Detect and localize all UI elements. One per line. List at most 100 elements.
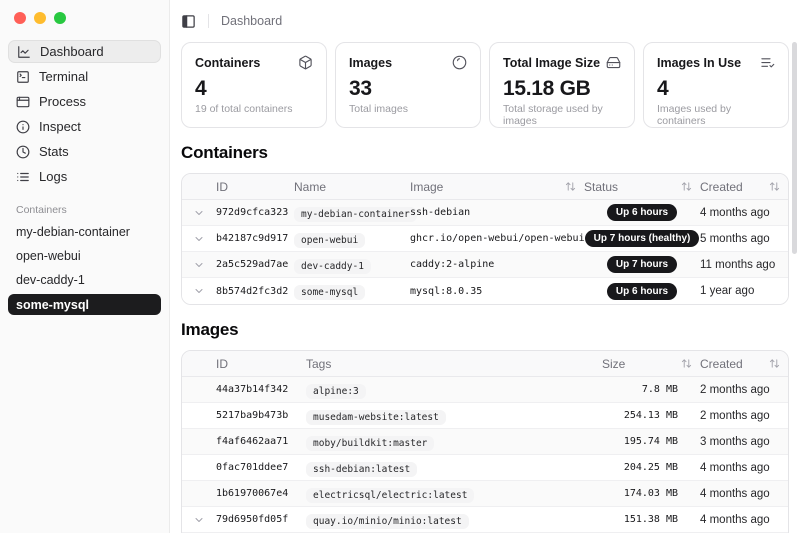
info-icon xyxy=(16,120,30,134)
table-row[interactable]: 8b574d2fc3d2 some-mysql mysql:8.0.35 Up … xyxy=(182,278,788,304)
table-row[interactable]: 972d9cfca323 my-debian-container ssh-deb… xyxy=(182,200,788,226)
stat-cards: Containers 4 19 of total containers Imag… xyxy=(181,42,789,128)
image-created: 4 months ago xyxy=(700,462,788,474)
arrow-up-down-icon[interactable] xyxy=(769,181,780,192)
sidebar-container-some-mysql[interactable]: some-mysql xyxy=(8,294,161,315)
package-icon xyxy=(298,55,313,70)
image-created: 3 months ago xyxy=(700,436,788,448)
hard-drive-icon xyxy=(606,55,621,70)
breadcrumb: Dashboard xyxy=(221,14,282,28)
card-images: Images 33 Total images xyxy=(335,42,481,128)
card-value: 15.18 GB xyxy=(503,77,621,101)
image-created: 2 months ago xyxy=(700,410,788,422)
minimize-button[interactable] xyxy=(34,12,46,24)
arrow-up-down-icon[interactable] xyxy=(769,358,780,369)
chevron-down-icon[interactable] xyxy=(182,207,216,219)
sidebar-container-dev-caddy-1[interactable]: dev-caddy-1 xyxy=(8,270,161,290)
breadcrumb-divider xyxy=(208,14,209,28)
table-row[interactable]: 1b61970067e4 electricsql/electric:latest… xyxy=(182,481,788,507)
column-header-size[interactable]: Size xyxy=(602,357,700,371)
column-header-tags[interactable]: Tags xyxy=(306,357,602,371)
table-row[interactable]: 79d6950fd05f quay.io/minio/minio:latest … xyxy=(182,507,788,533)
table-row[interactable]: 0fac701ddee7 ssh-debian:latest 204.25 MB… xyxy=(182,455,788,481)
column-header-name[interactable]: Name xyxy=(294,180,410,194)
sidebar-item-label: Dashboard xyxy=(40,44,104,59)
container-name-badge: some-mysql xyxy=(294,285,365,300)
column-header-id[interactable]: ID xyxy=(216,180,294,194)
card-images-in-use: Images In Use 4 Images used by container… xyxy=(643,42,789,128)
container-name: dev-caddy-1 xyxy=(16,273,85,287)
image-size: 204.25 MB xyxy=(602,462,700,473)
table-row[interactable]: 5217ba9b473b musedam-website:latest 254.… xyxy=(182,403,788,429)
column-header-id[interactable]: ID xyxy=(216,357,306,371)
chevron-down-icon[interactable] xyxy=(182,285,216,297)
arrow-up-down-icon[interactable] xyxy=(565,181,576,192)
sidebar-toggle-button[interactable] xyxy=(181,14,196,29)
sidebar-item-dashboard[interactable]: Dashboard xyxy=(8,40,161,63)
container-image: caddy:2-alpine xyxy=(410,259,584,270)
close-button[interactable] xyxy=(14,12,26,24)
table-row[interactable]: 2a5c529ad7ae dev-caddy-1 caddy:2-alpine … xyxy=(182,252,788,278)
image-size: 174.03 MB xyxy=(602,488,700,499)
container-id: 972d9cfca323 xyxy=(216,207,294,218)
sidebar-item-stats[interactable]: Stats xyxy=(8,140,161,163)
status-badge: Up 6 hours xyxy=(607,283,677,300)
zoom-button[interactable] xyxy=(54,12,66,24)
clock-icon xyxy=(16,145,30,159)
image-tag-badge: musedam-website:latest xyxy=(306,410,446,425)
main-content: Dashboard Containers 4 19 of total conta… xyxy=(170,0,800,533)
line-chart-icon xyxy=(17,45,31,59)
list-check-icon xyxy=(760,55,775,70)
sidebar-item-label: Terminal xyxy=(39,69,88,84)
containers-table-header: ID Name Image Status Created xyxy=(182,174,788,200)
table-row[interactable]: f4af6462aa71 moby/buildkit:master 195.74… xyxy=(182,429,788,455)
images-table-header: ID Tags Size Created xyxy=(182,351,788,377)
column-header-created[interactable]: Created xyxy=(700,357,788,371)
column-header-status[interactable]: Status xyxy=(584,180,700,194)
scrollbar-thumb[interactable] xyxy=(792,42,797,254)
card-subtitle: Total images xyxy=(349,103,467,115)
sidebar-item-process[interactable]: Process xyxy=(8,90,161,113)
chevron-down-icon[interactable] xyxy=(182,233,216,245)
container-id: 8b574d2fc3d2 xyxy=(216,286,294,297)
table-row[interactable]: 44a37b14f342 alpine:3 7.8 MB 2 months ag… xyxy=(182,377,788,403)
app-window-icon xyxy=(16,95,30,109)
sidebar-item-terminal[interactable]: Terminal xyxy=(8,65,161,88)
status-badge: Up 7 hours (healthy) xyxy=(585,230,700,247)
container-created: 5 months ago xyxy=(700,233,788,245)
image-created: 4 months ago xyxy=(700,514,788,526)
container-name-badge: open-webui xyxy=(294,233,365,248)
container-image: ssh-debian xyxy=(410,207,584,218)
chevron-down-icon[interactable] xyxy=(182,514,216,526)
status-badge: Up 6 hours xyxy=(607,204,677,221)
sidebar-item-inspect[interactable]: Inspect xyxy=(8,115,161,138)
container-name: my-debian-container xyxy=(16,225,130,239)
card-subtitle: 19 of total containers xyxy=(195,103,313,115)
window-controls xyxy=(8,10,161,26)
image-size: 254.13 MB xyxy=(602,410,700,421)
images-section-heading: Images xyxy=(181,320,789,340)
card-title: Total Image Size xyxy=(503,56,600,70)
app-window: Dashboard Terminal Process Inspect xyxy=(0,0,800,533)
sidebar-item-logs[interactable]: Logs xyxy=(8,165,161,188)
table-row[interactable]: b42187c9d917 open-webui ghcr.io/open-web… xyxy=(182,226,788,252)
image-id: 5217ba9b473b xyxy=(216,410,306,421)
chevron-down-icon[interactable] xyxy=(182,259,216,271)
container-name-badge: dev-caddy-1 xyxy=(294,259,371,274)
card-total-image-size: Total Image Size 15.18 GB Total storage … xyxy=(489,42,635,128)
card-containers: Containers 4 19 of total containers xyxy=(181,42,327,128)
container-image: mysql:8.0.35 xyxy=(410,286,584,297)
sidebar-container-open-webui[interactable]: open-webui xyxy=(8,246,161,266)
card-subtitle: Images used by containers xyxy=(657,103,775,127)
image-id: 0fac701ddee7 xyxy=(216,462,306,473)
sidebar-container-my-debian-container[interactable]: my-debian-container xyxy=(8,222,161,242)
sidebar-item-label: Process xyxy=(39,94,86,109)
sidebar-item-label: Inspect xyxy=(39,119,81,134)
column-header-image[interactable]: Image xyxy=(410,180,584,194)
arrow-up-down-icon[interactable] xyxy=(681,181,692,192)
image-tag-badge: quay.io/minio/minio:latest xyxy=(306,514,469,529)
column-header-created[interactable]: Created xyxy=(700,180,788,194)
arrow-up-down-icon[interactable] xyxy=(681,358,692,369)
container-created: 11 months ago xyxy=(700,259,788,271)
sidebar-item-label: Stats xyxy=(39,144,69,159)
